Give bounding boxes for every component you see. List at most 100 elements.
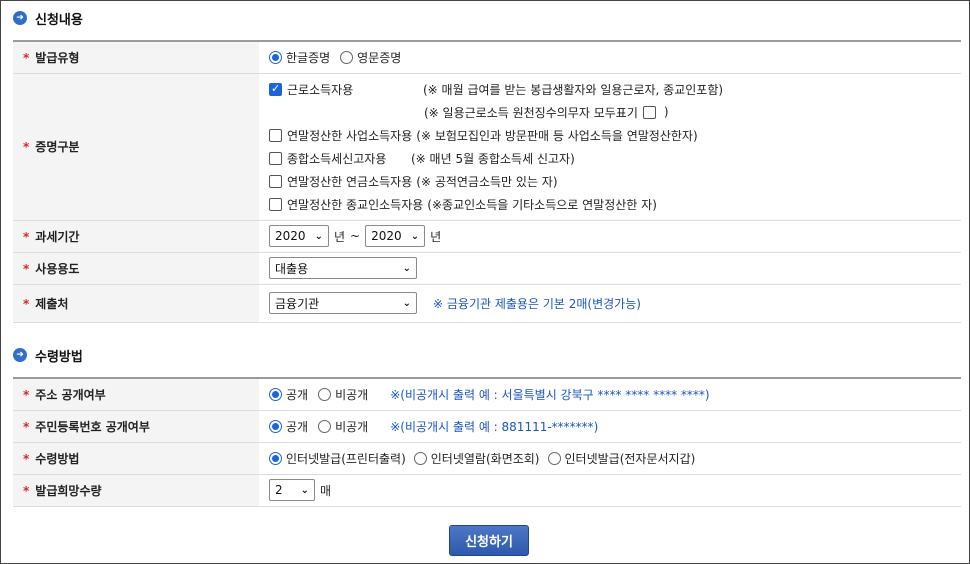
- row-tax-period: * 과세기간 2020 ⌄ 년 ~ 2020 ⌄ 년: [13, 220, 961, 253]
- row-usage: * 사용용도 대출용 ⌄: [13, 252, 961, 285]
- section-title-text: 신청내용: [35, 12, 83, 28]
- note-earned-income: (※ 매월 급여를 받는 봉급생활자와 일용근로자, 종교인포함): [423, 82, 724, 97]
- chevron-down-icon: ⌄: [300, 484, 309, 496]
- note-global-income: (※ 매년 5월 종합소득세 신고자): [411, 151, 575, 166]
- radio-english[interactable]: [340, 50, 354, 64]
- radio-rrn-public-label: 공개: [286, 419, 309, 434]
- label-rrn: * 주민등록번호 공개여부: [13, 410, 259, 443]
- label-text: 사용용도: [35, 261, 80, 276]
- radio-internet-view[interactable]: [413, 451, 427, 465]
- row-method: * 수령방법 인터넷발급(프린터출력) 인터넷열람(화면조회) 인터넷발급(전자문…: [13, 442, 961, 475]
- select-value: 대출용: [275, 261, 309, 276]
- application-table: * 발급유형 한글증명 영문증명 * 증명구분 근로소득자용 (※ 매월 급여를 받…: [13, 40, 961, 323]
- arrow-circle-icon: ➜: [13, 348, 27, 362]
- label-issue-type: * 발급유형: [13, 41, 259, 74]
- checkbox-pension-income-label: 연말정산한 연금소득자용: [287, 174, 413, 189]
- required-icon: *: [23, 296, 30, 311]
- label-tax-period: * 과세기간: [13, 220, 259, 253]
- select-value: 2020: [275, 229, 306, 243]
- row-address: * 주소 공개여부 공개 비공개 ※(비공개시 출력 예 : 서울특별시 강북구 …: [13, 378, 961, 411]
- chevron-down-icon: ⌄: [402, 262, 411, 274]
- checkbox-earned-income[interactable]: [269, 82, 282, 96]
- checkbox-business-income[interactable]: [269, 128, 282, 142]
- row-issue-type: * 발급유형 한글증명 영문증명: [13, 41, 961, 74]
- form-frame: ➜ 신청내용 * 발급유형 한글증명 영문증명 * 증명구분 근로소득자용 (※ 매…: [0, 0, 970, 564]
- label-text: 발급유형: [35, 50, 80, 65]
- checkbox-daily-worker-all[interactable]: [642, 105, 656, 119]
- qty-unit: 매: [320, 483, 332, 498]
- note-pension-income: (※ 공적연금소득만 있는 자): [416, 174, 558, 189]
- apply-button[interactable]: 신청하기: [449, 525, 529, 556]
- radio-rrn-private-label: 비공개: [335, 419, 369, 434]
- label-text: 발급희망수량: [35, 483, 102, 498]
- rrn-hint: ※(비공개시 출력 예 : 881111-*******): [390, 419, 599, 434]
- label-address: * 주소 공개여부: [13, 378, 259, 411]
- required-icon: *: [23, 483, 30, 498]
- note-business-income: (※ 보험모집인과 방문판매 등 사업소득을 연말정산한자): [416, 128, 698, 143]
- tax-period-to-select[interactable]: 2020 ⌄: [365, 225, 426, 247]
- arrow-circle-icon: ➜: [13, 11, 27, 25]
- radio-internet-print[interactable]: [269, 451, 282, 465]
- label-submit-to: * 제출처: [13, 284, 259, 323]
- label-text: 수령방법: [35, 451, 80, 466]
- row-rrn: * 주민등록번호 공개여부 공개 비공개 ※(비공개시 출력 예 : 881111…: [13, 410, 961, 443]
- row-cert-type: * 증명구분 근로소득자용 (※ 매월 급여를 받는 봉급생활자와 일용근로자, …: [13, 73, 961, 221]
- radio-english-label: 영문증명: [357, 50, 402, 65]
- submit-to-select[interactable]: 금융기관 ⌄: [269, 292, 417, 314]
- required-icon: *: [23, 140, 30, 154]
- radio-address-public[interactable]: [269, 387, 282, 401]
- label-text: 제출처: [35, 296, 69, 311]
- note-daily-worker-close: ): [663, 105, 669, 119]
- submit-to-hint: ※ 금융기관 제출용은 기본 2매(변경가능): [433, 296, 641, 311]
- radio-internet-wallet[interactable]: [547, 451, 561, 465]
- select-value: 2020: [371, 229, 402, 243]
- checkbox-religious-income[interactable]: [269, 197, 282, 211]
- radio-korean[interactable]: [269, 50, 282, 64]
- required-icon: *: [23, 50, 30, 65]
- tax-period-from-select[interactable]: 2020 ⌄: [269, 225, 329, 247]
- range-separator: ~: [350, 229, 361, 243]
- radio-internet-print-label: 인터넷발급(프린터출력): [286, 451, 406, 466]
- address-hint: ※(비공개시 출력 예 : 서울특별시 강북구 **** **** **** *…: [390, 387, 710, 402]
- chevron-down-icon: ⌄: [410, 230, 420, 242]
- label-qty: * 발급희망수량: [13, 474, 259, 507]
- row-submit-to: * 제출처 금융기관 ⌄ ※ 금융기관 제출용은 기본 2매(변경가능): [13, 284, 961, 323]
- radio-internet-wallet-label: 인터넷발급(전자문서지갑): [564, 451, 696, 466]
- checkbox-earned-income-label: 근로소득자용: [287, 82, 354, 97]
- label-method: * 수령방법: [13, 442, 259, 475]
- radio-address-private[interactable]: [318, 387, 332, 401]
- label-text: 주소 공개여부: [35, 387, 106, 402]
- checkbox-religious-income-label: 연말정산한 종교인소득자용: [287, 197, 424, 212]
- required-icon: *: [23, 387, 30, 402]
- checkbox-pension-income[interactable]: [269, 174, 282, 188]
- required-icon: *: [23, 419, 30, 434]
- checkbox-global-income-label: 종합소득세신고자용: [287, 151, 387, 166]
- chevron-down-icon: ⌄: [314, 230, 323, 242]
- required-icon: *: [23, 229, 30, 244]
- qty-select[interactable]: 2 ⌄: [269, 479, 315, 501]
- section-title-receipt: ➜ 수령방법: [13, 345, 83, 365]
- usage-select[interactable]: 대출용 ⌄: [269, 257, 417, 279]
- label-text: 증명구분: [35, 140, 80, 154]
- note-daily-worker: (※ 일용근로소득 원천징수의무자 모두표기: [424, 105, 638, 120]
- chevron-down-icon: ⌄: [402, 297, 411, 309]
- radio-rrn-public[interactable]: [269, 419, 282, 433]
- radio-korean-label: 한글증명: [286, 50, 331, 65]
- select-value: 2: [275, 483, 283, 497]
- checkbox-global-income[interactable]: [269, 151, 282, 165]
- label-cert-type: * 증명구분: [13, 73, 259, 221]
- required-icon: *: [23, 451, 30, 466]
- label-text: 과세기간: [35, 229, 80, 244]
- receipt-table: * 주소 공개여부 공개 비공개 ※(비공개시 출력 예 : 서울특별시 강북구 …: [13, 377, 961, 507]
- year-unit: 년: [430, 229, 442, 244]
- required-icon: *: [23, 261, 30, 276]
- radio-address-public-label: 공개: [286, 387, 309, 402]
- radio-rrn-private[interactable]: [318, 419, 332, 433]
- section-title-text: 수령방법: [35, 349, 83, 365]
- checkbox-business-income-label: 연말정산한 사업소득자용: [287, 128, 413, 143]
- radio-internet-view-label: 인터넷열람(화면조회): [430, 451, 540, 466]
- year-unit: 년: [334, 229, 346, 244]
- section-title-application: ➜ 신청내용: [13, 8, 83, 28]
- note-religious-income: (※종교인소득을 기타소득으로 연말정산한 자): [427, 197, 657, 212]
- select-value: 금융기관: [275, 296, 320, 311]
